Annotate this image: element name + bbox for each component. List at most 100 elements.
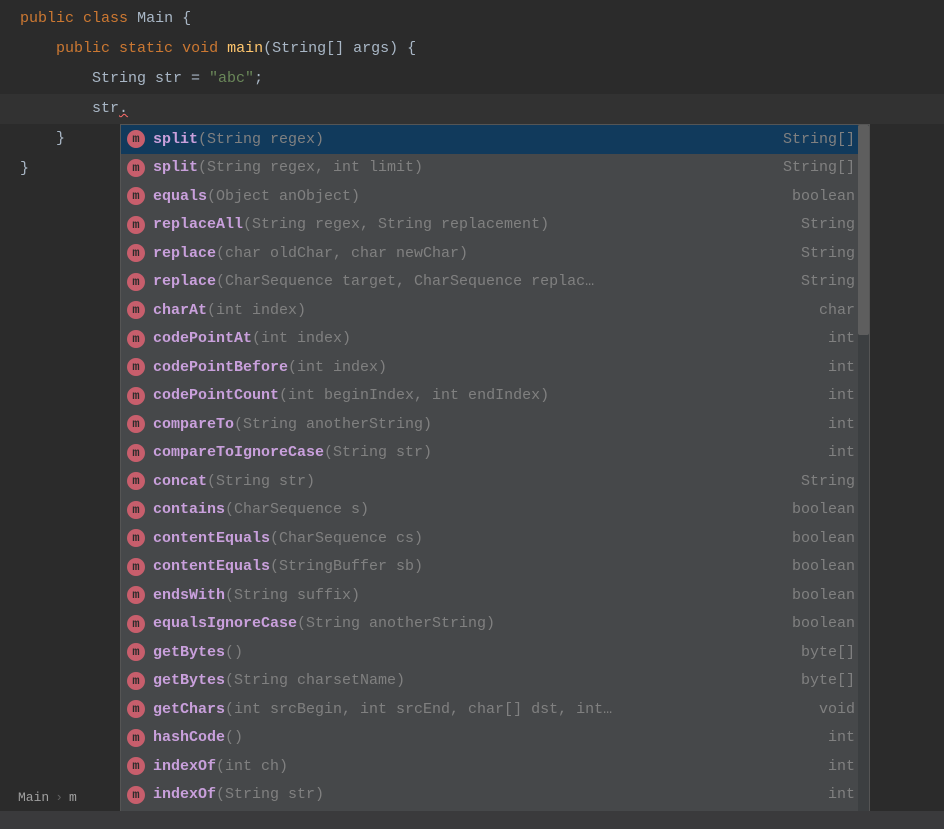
return-type: byte[] [801,672,855,689]
code-line: public static void main(String[] args) { [0,34,944,64]
return-type: int [828,359,855,376]
completion-item[interactable]: mindexOf(int ch)int [121,752,869,781]
completion-item[interactable]: mgetChars(int srcBegin, int srcEnd, char… [121,695,869,724]
completion-item[interactable]: m compareToIgnoreCase(String str) int [121,439,869,468]
method-icon: m [127,501,145,519]
method-icon: m [127,729,145,747]
method-signature: equals(Object anObject) [153,188,780,205]
completion-item[interactable]: mequalsIgnoreCase(String anotherString)b… [121,610,869,639]
method-signature: getBytes() [153,644,789,661]
completion-item[interactable]: m compareTo(String anotherString) int [121,410,869,439]
method-icon: m [127,301,145,319]
method-signature: compareToIgnoreCase(String str) [153,444,816,461]
code-line-active: str. [0,94,944,124]
method-icon: m [127,672,145,690]
method-icon: m [127,130,145,148]
method-signature: equalsIgnoreCase(String anotherString) [153,615,780,632]
return-type: String [801,273,855,290]
return-type: String [801,216,855,233]
method-signature: indexOf(String str) [153,786,816,803]
method-icon: m [127,387,145,405]
return-type: String[] [783,131,855,148]
method-signature: compareTo(String anotherString) [153,416,816,433]
method-signature: replace(char oldChar, char newChar) [153,245,789,262]
method-signature: codePointAt(int index) [153,330,816,347]
completion-item[interactable]: m split(String regex) String[] [121,125,869,154]
completion-item[interactable]: m concat(String str) String [121,467,869,496]
method-icon: m [127,358,145,376]
method-signature: indexOf(int ch) [153,758,816,775]
completion-item[interactable]: m contains(CharSequence s) boolean [121,496,869,525]
breadcrumb: Main › m [0,785,95,809]
method-signature: split(String regex, int limit) [153,159,771,176]
method-signature: contentEquals(CharSequence cs) [153,530,780,547]
method-icon: m [127,786,145,804]
scrollbar-thumb[interactable] [858,125,869,335]
method-signature: concat(String str) [153,473,789,490]
completion-item[interactable]: mhashCode()int [121,724,869,753]
completion-item[interactable]: mindexOf(String str)int [121,781,869,810]
method-icon: m [127,187,145,205]
method-signature: contentEquals(StringBuffer sb) [153,558,780,575]
method-signature: split(String regex) [153,131,771,148]
completion-item[interactable]: mcontentEquals(StringBuffer sb)boolean [121,553,869,582]
return-type: boolean [792,188,855,205]
method-icon: m [127,159,145,177]
return-type: String[] [783,159,855,176]
return-type: boolean [792,530,855,547]
completion-item[interactable]: m split(String regex, int limit) String[] [121,154,869,183]
return-type: byte[] [801,644,855,661]
method-icon: m [127,586,145,604]
method-signature: getChars(int srcBegin, int srcEnd, char[… [153,701,807,718]
code-completion-popup[interactable]: m split(String regex) String[] m split(Strin… [120,124,870,824]
return-type: boolean [792,558,855,575]
method-signature: charAt(int index) [153,302,807,319]
completion-item[interactable]: m contentEquals(CharSequence cs) boolean [121,524,869,553]
method-icon: m [127,273,145,291]
completion-item[interactable]: m charAt(int index) char [121,296,869,325]
return-type: char [819,302,855,319]
code-line: String str = "abc"; [0,64,944,94]
completion-item[interactable]: m codePointBefore(int index) int [121,353,869,382]
return-type: int [828,387,855,404]
completion-item[interactable]: m replaceAll(String regex, String replace… [121,211,869,240]
method-icon: m [127,216,145,234]
completion-item[interactable]: mcodePointAt(int index)int [121,325,869,354]
completion-list[interactable]: m split(String regex) String[] m split(Strin… [121,125,869,823]
return-type: String [801,473,855,490]
method-icon: m [127,244,145,262]
method-icon: m [127,615,145,633]
return-type: int [828,330,855,347]
method-signature: codePointBefore(int index) [153,359,816,376]
completion-item[interactable]: m equals(Object anObject) boolean [121,182,869,211]
method-icon: m [127,415,145,433]
bottom-bar [0,811,944,829]
method-icon: m [127,757,145,775]
method-icon: m [127,472,145,490]
return-type: void [819,701,855,718]
completion-item[interactable]: m replace(char oldChar, char newChar) Stri… [121,239,869,268]
completion-item[interactable]: m codePointCount(int beginIndex, int endI… [121,382,869,411]
return-type: boolean [792,501,855,518]
method-icon: m [127,529,145,547]
completion-item[interactable]: mendsWith(String suffix)boolean [121,581,869,610]
return-type: int [828,444,855,461]
breadcrumb-item[interactable]: Main [18,790,49,805]
method-signature: contains(CharSequence s) [153,501,780,518]
breadcrumb-item[interactable]: m [69,790,77,805]
method-signature: replaceAll(String regex, String replacem… [153,216,789,233]
return-type: boolean [792,587,855,604]
completion-item[interactable]: m getBytes(String charsetName) byte[] [121,667,869,696]
completion-item[interactable]: m replace(CharSequence target, CharSequen… [121,268,869,297]
completion-item[interactable]: m getBytes() byte[] [121,638,869,667]
method-signature: hashCode() [153,729,816,746]
method-icon: m [127,643,145,661]
return-type: int [828,416,855,433]
method-signature: codePointCount(int beginIndex, int endIn… [153,387,816,404]
chevron-right-icon: › [55,790,63,805]
scrollbar[interactable] [858,125,869,823]
method-signature: getBytes(String charsetName) [153,672,789,689]
return-type: String [801,245,855,262]
method-icon: m [127,444,145,462]
method-signature: replace(CharSequence target, CharSequenc… [153,273,789,290]
